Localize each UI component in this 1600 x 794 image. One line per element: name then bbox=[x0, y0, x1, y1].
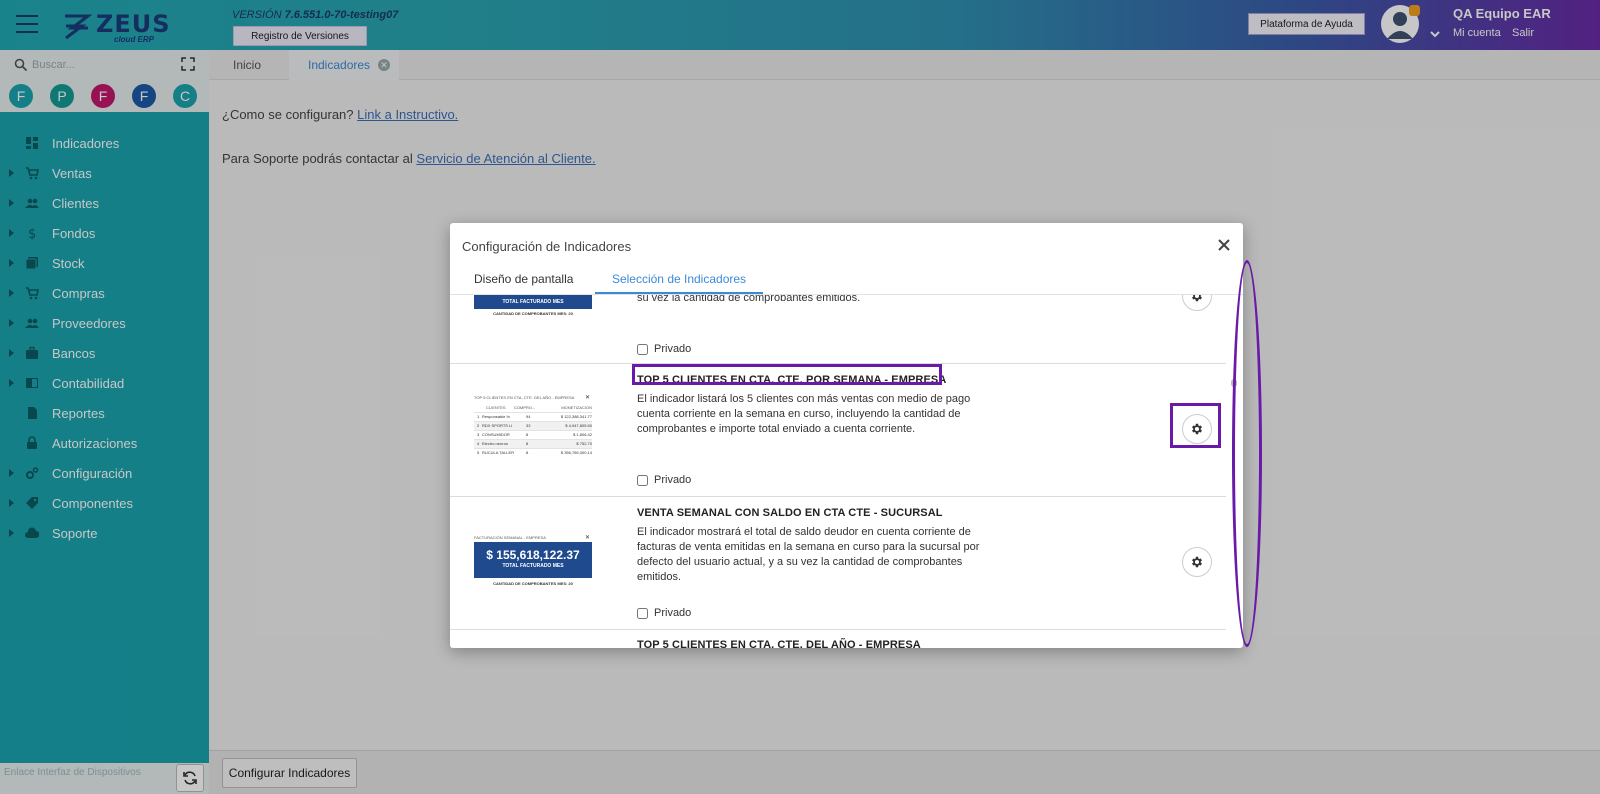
indicator-thumbnail: TOP 5 CLIENTES EN CTA. CTE. DEL AÑO - EM… bbox=[474, 395, 592, 465]
indicator-description: El indicador mostrará el total de saldo … bbox=[637, 526, 980, 583]
modal-title: Configuración de Indicadores bbox=[462, 239, 632, 254]
indicator-description: El indicador listará los 5 clientes con … bbox=[637, 393, 971, 435]
indicator-card: TOTAL FACTURADO MES CANTIDAD DE COMPROBA… bbox=[450, 295, 1226, 364]
thumb-cell: Electro neuron bbox=[482, 441, 509, 446]
thumb-cell: $ 4,947,805.50 bbox=[565, 423, 592, 428]
thumb-cell: 94 bbox=[526, 414, 531, 419]
indicator-title: TOP 5 CLIENTES EN CTA. CTE. DEL AÑO - EM… bbox=[637, 639, 921, 648]
gear-icon bbox=[1192, 295, 1202, 302]
thumb-cell: RDX SPORTS LI bbox=[482, 423, 513, 428]
thumb-cell: 5 bbox=[477, 450, 480, 455]
thumb-cell: 8 bbox=[526, 441, 529, 446]
thumb-title: FACTURACIÓN SEMANAL - EMPRESA bbox=[474, 535, 546, 540]
thumb-table-row: 2 RDX SPORTS LI 33 $ 4,947,805.50 bbox=[474, 421, 592, 430]
indicator-settings-button[interactable] bbox=[1182, 295, 1212, 311]
indicators-config-modal: Configuración de Indicadores Diseño de p… bbox=[450, 223, 1243, 648]
highlight-title-box bbox=[632, 364, 942, 385]
private-label: Privado bbox=[654, 474, 692, 486]
tab-screen-design[interactable]: Diseño de pantalla bbox=[474, 264, 573, 294]
thumb-col-header: CLIENTES bbox=[486, 405, 506, 410]
thumb-col-header: MONETIZACION bbox=[561, 405, 592, 410]
thumb-cell: Responsable In bbox=[482, 414, 510, 419]
thumb-cell: $ 752.70 bbox=[576, 441, 592, 446]
thumb-title: TOP 5 CLIENTES EN CTA. CTE. DEL AÑO - EM… bbox=[474, 395, 575, 400]
indicator-description: su vez la cantidad de comprobantes emiti… bbox=[637, 295, 861, 304]
thumb-cell: 4 bbox=[477, 441, 480, 446]
indicator-settings-button[interactable] bbox=[1182, 547, 1212, 577]
indicator-card-top5-year: TOP 5 CLIENTES EN CTA. CTE. DEL AÑO - EM… bbox=[450, 630, 1226, 648]
indicator-thumbnail: FACTURACIÓN SEMANAL - EMPRESA ✕ $ 155,61… bbox=[474, 535, 592, 587]
thumb-cell: $ 356,789,300.14 bbox=[560, 450, 592, 455]
private-checkbox[interactable] bbox=[637, 343, 648, 355]
thumb-cell: 33 bbox=[526, 423, 531, 428]
thumb-cell: $ 1,806.42 bbox=[573, 432, 592, 437]
thumb-close-icon: ✕ bbox=[585, 535, 591, 541]
thumb-label: TOTAL FACTURADO MES bbox=[502, 563, 564, 569]
private-checkbox-row[interactable]: Privado bbox=[637, 474, 691, 486]
thumb-table-body: 1 Responsable In 94 $ 122,388,341.77 2 RDX SP… bbox=[474, 412, 592, 457]
highlight-scrollbar-ellipse bbox=[1232, 260, 1262, 647]
gear-icon bbox=[1192, 556, 1202, 568]
thumb-caption: CANTIDAD DE COMPROBANTES MES: 20 bbox=[493, 581, 573, 586]
private-label: Privado bbox=[654, 607, 692, 619]
thumb-cell: 3 bbox=[477, 432, 480, 437]
tab-indicator-selection[interactable]: Selección de Indicadores bbox=[595, 264, 763, 294]
thumb-table-row: 5 RUCULA TALLER 8 $ 356,789,300.14 bbox=[474, 448, 592, 457]
thumb-cell: $ 122,388,341.77 bbox=[560, 414, 592, 419]
thumb-caption: CANTIDAD DE COMPROBANTES MES: 20 bbox=[493, 311, 573, 316]
indicator-title: VENTA SEMANAL CON SALDO EN CTA CTE - SUC… bbox=[637, 507, 943, 519]
thumb-amount-box: $ 155,618,122.37 TOTAL FACTURADO MES bbox=[474, 542, 592, 578]
thumb-cell: 1 bbox=[477, 414, 480, 419]
indicator-thumbnail: TOTAL FACTURADO MES CANTIDAD DE COMPROBA… bbox=[474, 295, 592, 317]
thumb-table-row: 3 CONSUMIDOR 8 $ 1,806.42 bbox=[474, 430, 592, 439]
thumb-table-header: CLIENTES COMPRO... MONETIZACION bbox=[474, 405, 592, 410]
indicator-card-weekly-sale: FACTURACIÓN SEMANAL - EMPRESA ✕ $ 155,61… bbox=[450, 497, 1226, 630]
private-checkbox-row[interactable]: Privado bbox=[637, 343, 691, 355]
thumb-amount: $ 155,618,122.37 bbox=[486, 548, 580, 562]
thumb-table-row: 4 Electro neuron 8 $ 752.70 bbox=[474, 439, 592, 448]
thumb-cell: RUCULA TALLER bbox=[482, 450, 515, 455]
thumb-cell: 8 bbox=[526, 432, 529, 437]
private-checkbox-row[interactable]: Privado bbox=[637, 607, 691, 619]
highlight-gear-box bbox=[1170, 403, 1221, 448]
thumb-label: TOTAL FACTURADO MES bbox=[474, 295, 592, 309]
private-checkbox[interactable] bbox=[637, 607, 648, 619]
thumb-table-row: 1 Responsable In 94 $ 122,388,341.77 bbox=[474, 412, 592, 421]
thumb-cell: 8 bbox=[526, 450, 529, 455]
thumb-col-header: COMPRO... bbox=[514, 405, 536, 410]
thumb-cell: 2 bbox=[477, 423, 480, 428]
indicators-list[interactable]: TOTAL FACTURADO MES CANTIDAD DE COMPROBA… bbox=[450, 295, 1226, 648]
thumb-cell: CONSUMIDOR bbox=[482, 432, 510, 437]
thumb-close-icon: ✕ bbox=[585, 395, 591, 401]
close-icon[interactable] bbox=[1214, 235, 1234, 255]
private-label: Privado bbox=[654, 343, 692, 355]
private-checkbox[interactable] bbox=[637, 474, 648, 486]
